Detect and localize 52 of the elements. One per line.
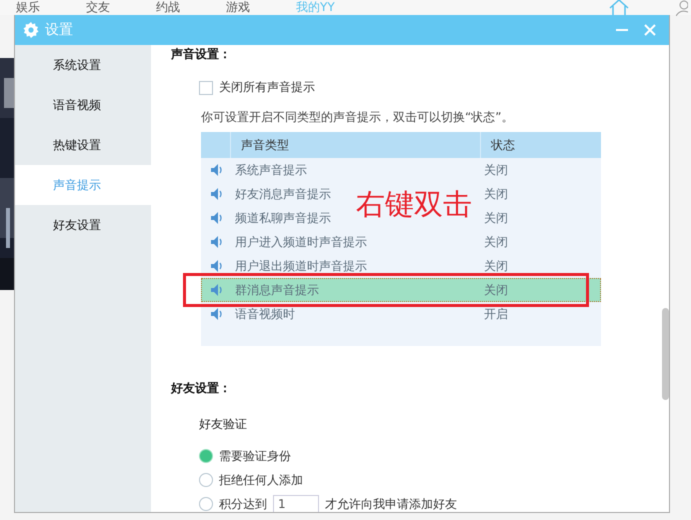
- hint-text: 你可设置开启不同类型的声音提示，双击可以切换“状态”。: [201, 109, 514, 126]
- table-cell-text: 开启: [483, 306, 509, 322]
- speaker-icon: [210, 236, 222, 248]
- column-header: 声音类型: [230, 132, 480, 158]
- speaker-icon: [210, 284, 222, 296]
- table-cell-text: 关闭: [483, 210, 509, 226]
- table-cell-text: 语音视频时: [234, 306, 296, 322]
- sidebar-item[interactable]: 语音视频: [15, 85, 151, 125]
- nav-tab[interactable]: 交友: [86, 0, 110, 14]
- checkbox-label: 关闭所有声音提示: [219, 79, 315, 96]
- sidebar-item[interactable]: 系统设置: [15, 45, 151, 85]
- table-cell-text: 关闭: [483, 162, 509, 178]
- radio-button[interactable]: [199, 473, 213, 487]
- table-cell-text: 用户退出频道时声音提示: [234, 258, 368, 274]
- table-cell-text: 关闭: [483, 186, 509, 202]
- column-header: 状态: [480, 132, 601, 158]
- subheading: 好友验证: [199, 416, 248, 433]
- table-cell-text: 用户进入频道时声音提示: [234, 234, 368, 250]
- table-cell-text: 好友消息声音提示: [234, 186, 332, 202]
- window-title: 设置: [45, 21, 74, 39]
- section-heading: 好友设置：: [171, 380, 232, 397]
- speaker-icon: [210, 260, 222, 272]
- annotation-text: 右键双击: [356, 186, 472, 222]
- section-heading: 声音设置：: [171, 46, 232, 63]
- close-icon: [643, 23, 657, 37]
- nav-tab[interactable]: 约战: [156, 0, 180, 14]
- table-cell-text: 频道私聊声音提示: [234, 210, 332, 226]
- score-field[interactable]: 1: [273, 494, 319, 512]
- checkbox[interactable]: [199, 80, 213, 94]
- nav-tab[interactable]: 娱乐: [16, 0, 40, 14]
- settings-icon: [23, 22, 39, 38]
- speaker-icon: [210, 308, 222, 320]
- radio-label: 需要验证身份: [219, 448, 291, 464]
- radio-label: 拒绝任何人添加: [219, 472, 303, 488]
- nav-tab[interactable]: 游戏: [226, 0, 250, 14]
- table-cell-text: 关闭: [483, 234, 509, 250]
- speaker-icon: [210, 164, 222, 176]
- speaker-icon: [210, 188, 222, 200]
- table-row[interactable]: 群消息声音提示 关闭: [201, 278, 601, 302]
- sidebar-item[interactable]: 好友设置: [15, 205, 151, 245]
- table-cell-text: 系统声音提示: [234, 162, 308, 178]
- sidebar-item[interactable]: 热键设置: [15, 125, 151, 165]
- radio-label: 才允许向我申请添加好友: [325, 496, 457, 512]
- radio-button[interactable]: [199, 497, 213, 511]
- table-cell-text: 关闭: [483, 258, 509, 274]
- speaker-icon: [210, 212, 222, 224]
- table-cell-text: 群消息声音提示: [234, 282, 320, 298]
- radio-label: 积分达到: [219, 496, 267, 512]
- radio-button[interactable]: [199, 449, 213, 463]
- scrollbar-thumb[interactable]: [662, 308, 669, 400]
- table-cell-text: 关闭: [483, 282, 509, 298]
- user-icon[interactable]: [676, 0, 688, 16]
